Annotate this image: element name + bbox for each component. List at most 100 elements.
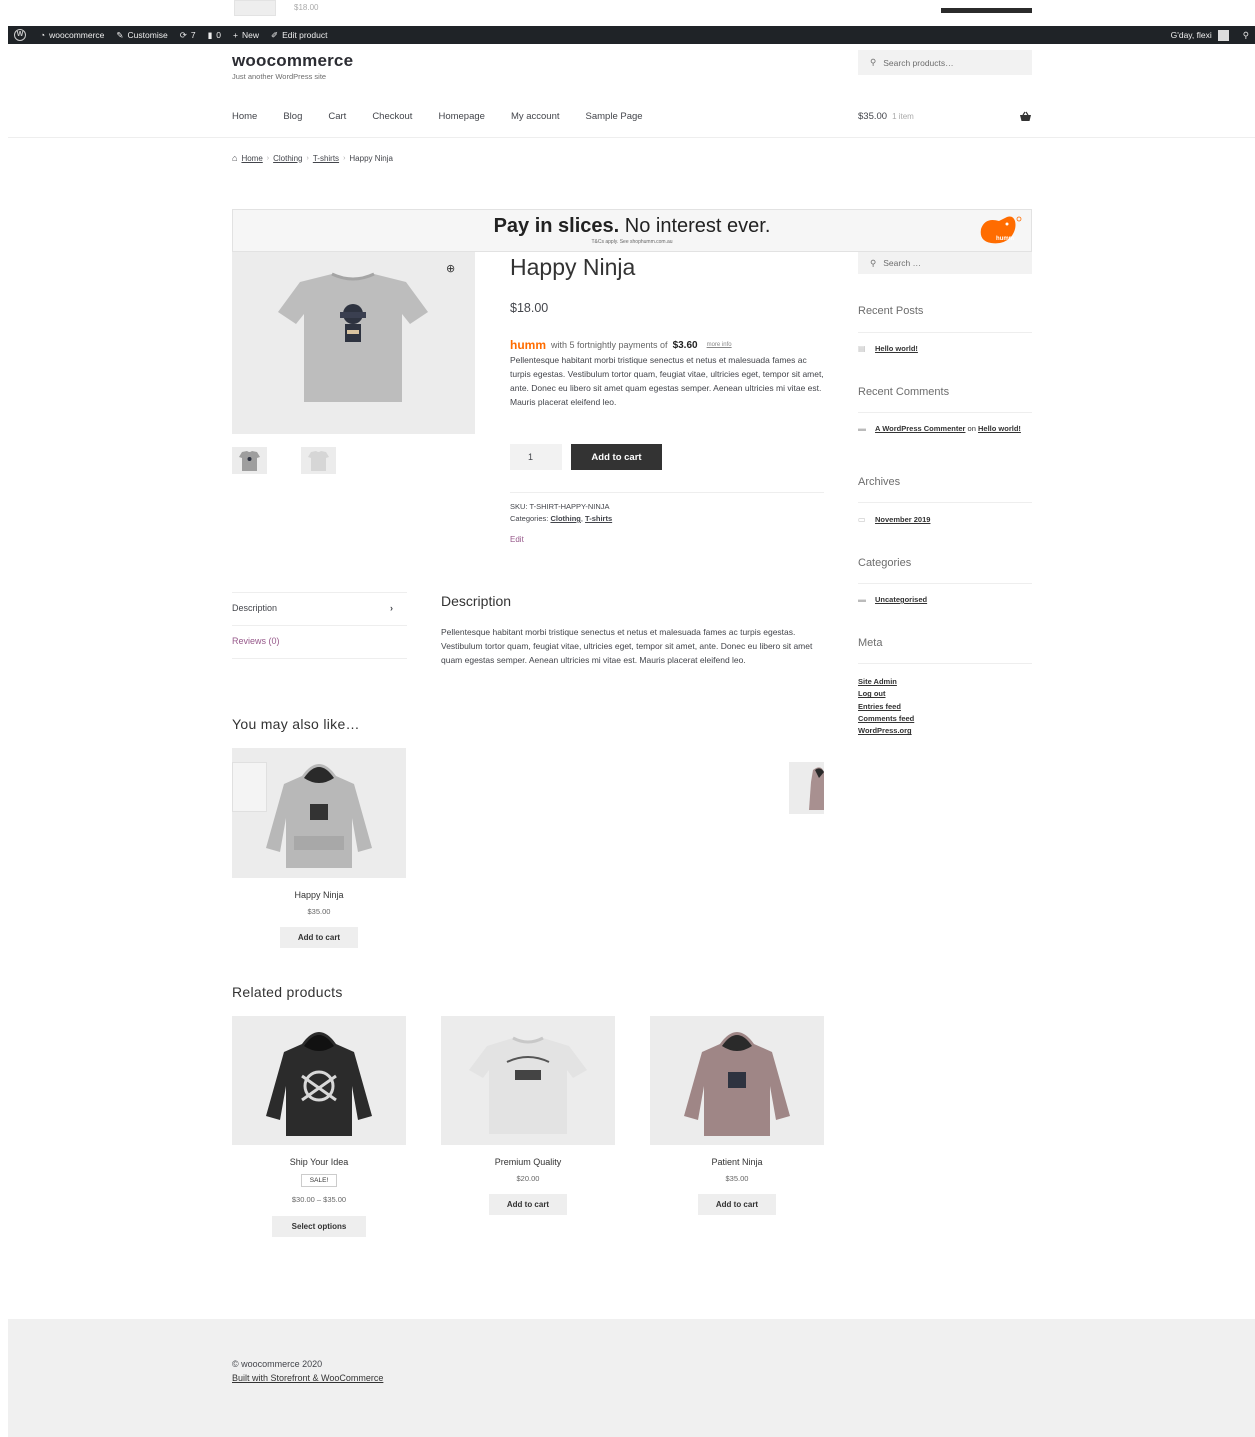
admin-bar-site-label: woocommerce bbox=[49, 30, 105, 40]
upsell-product-name[interactable]: Happy Ninja bbox=[232, 890, 406, 900]
site-description: Just another WordPress site bbox=[232, 72, 327, 81]
widget-divider bbox=[858, 502, 1032, 503]
related-add-to-cart-button[interactable]: Add to cart bbox=[489, 1194, 567, 1215]
breadcrumb-separator: › bbox=[343, 154, 346, 162]
product-search-input[interactable]: ⚲ Search products… bbox=[858, 50, 1032, 75]
upsell-add-to-cart-button[interactable]: Add to cart bbox=[280, 927, 358, 948]
tab-divider bbox=[232, 658, 407, 659]
select-options-button[interactable]: Select options bbox=[272, 1216, 366, 1237]
recent-post-link[interactable]: Hello world! bbox=[875, 344, 918, 353]
tab-description[interactable]: Description › bbox=[232, 603, 407, 613]
wordpress-logo-icon[interactable]: W bbox=[14, 29, 26, 41]
edit-product-link[interactable]: Edit bbox=[510, 535, 524, 544]
product-meta-divider bbox=[510, 492, 824, 493]
meta-link-entries-feed[interactable]: Entries feed bbox=[858, 701, 914, 713]
archive-item: ▭ November 2019 bbox=[858, 515, 930, 524]
gallery-thumbnail[interactable] bbox=[232, 447, 267, 474]
nav-item-homepage[interactable]: Homepage bbox=[438, 111, 484, 122]
banner-headline-rest: No interest ever. bbox=[619, 215, 771, 237]
widget-divider bbox=[858, 663, 1032, 664]
meta-link-wordpress-org[interactable]: WordPress.org bbox=[858, 725, 914, 737]
breadcrumb-clothing[interactable]: Clothing bbox=[273, 154, 302, 163]
related-product-image[interactable] bbox=[441, 1016, 615, 1145]
upsells-heading: You may also like… bbox=[232, 716, 360, 732]
humm-more-info-link[interactable]: more info bbox=[707, 342, 732, 348]
category-item: ▬ Uncategorised bbox=[858, 595, 927, 604]
nav-item-cart[interactable]: Cart bbox=[328, 111, 346, 122]
recent-comment-text: A WordPress Commenter on Hello world! bbox=[875, 424, 1021, 434]
meta-links: Site Admin Log out Entries feed Comments… bbox=[858, 676, 914, 737]
left-margin bbox=[0, 44, 8, 1437]
product-main-image[interactable] bbox=[232, 252, 475, 434]
admin-bar-site[interactable]: ◔ woocommerce bbox=[40, 30, 104, 40]
site-title[interactable]: woocommerce bbox=[232, 51, 353, 71]
widget-divider bbox=[858, 583, 1032, 584]
related-add-to-cart-button[interactable]: Add to cart bbox=[698, 1194, 776, 1215]
breadcrumb-separator: › bbox=[266, 154, 270, 162]
admin-bar-customise[interactable]: ✎ Customise bbox=[116, 30, 167, 41]
search-icon: ⚲ bbox=[870, 257, 877, 268]
nav-item-my-account[interactable]: My account bbox=[511, 111, 560, 122]
sidebar-search-input[interactable]: ⚲ Search … bbox=[858, 252, 1032, 274]
footer-credit-link[interactable]: Built with Storefront & WooCommerce bbox=[232, 1373, 383, 1383]
meta-link-comments-feed[interactable]: Comments feed bbox=[858, 713, 914, 725]
related-product-name[interactable]: Ship Your Idea bbox=[232, 1157, 406, 1167]
sticky-add-to-cart-button[interactable] bbox=[941, 8, 1032, 13]
breadcrumb-home[interactable]: Home bbox=[241, 154, 262, 163]
meta-link-log-out[interactable]: Log out bbox=[858, 688, 914, 700]
humm-installments: humm with 5 fortnightly payments of $3.6… bbox=[510, 338, 732, 352]
humm-logo: humm bbox=[510, 338, 546, 352]
admin-bar-comments[interactable]: ▮ 0 bbox=[208, 30, 221, 41]
breadcrumb: ⌂ Home › Clothing › T-shirts › Happy Nin… bbox=[232, 153, 393, 163]
humm-promo-banner[interactable]: Pay in slices. No interest ever. T&Cs ap… bbox=[232, 209, 1032, 252]
hoodie-pink-image bbox=[684, 1032, 790, 1136]
folder-icon: ▬ bbox=[858, 595, 866, 604]
admin-bar-comments-count: 0 bbox=[216, 30, 221, 40]
breadcrumb-tshirts[interactable]: T-shirts bbox=[313, 154, 339, 163]
brush-icon: ✎ bbox=[116, 29, 124, 40]
comment-author-link[interactable]: A WordPress Commenter bbox=[875, 424, 965, 433]
avatar[interactable] bbox=[1217, 29, 1229, 41]
sale-badge: SALE! bbox=[301, 1174, 337, 1187]
nav-item-sample-page[interactable]: Sample Page bbox=[586, 111, 643, 122]
admin-bar-new-label: New bbox=[241, 30, 259, 40]
admin-search-icon[interactable]: ⚲ bbox=[1243, 30, 1249, 41]
related-product-name[interactable]: Premium Quality bbox=[441, 1157, 615, 1167]
admin-bar-account[interactable]: G'day, flexi bbox=[1171, 30, 1212, 40]
home-icon: ⌂ bbox=[232, 153, 238, 163]
related-product-name[interactable]: Patient Ninja bbox=[650, 1157, 824, 1167]
category-link-tshirts[interactable]: T-shirts bbox=[585, 514, 612, 523]
admin-bar-updates[interactable]: ⟳ 7 bbox=[180, 30, 196, 41]
comment-post-link[interactable]: Hello world! bbox=[978, 424, 1021, 433]
product-search-placeholder: Search products… bbox=[883, 57, 954, 68]
zoom-icon[interactable]: ⊕ bbox=[446, 262, 455, 275]
tab-reviews[interactable]: Reviews (0) bbox=[232, 636, 280, 646]
related-product-image[interactable] bbox=[232, 1016, 406, 1145]
carousel-next-item[interactable] bbox=[789, 762, 824, 814]
dashboard-icon: ◔ bbox=[40, 30, 46, 40]
add-to-cart-button[interactable]: Add to cart bbox=[571, 444, 662, 470]
gallery-thumbnail[interactable] bbox=[301, 447, 336, 474]
related-product-image[interactable] bbox=[650, 1016, 824, 1145]
widget-title-meta: Meta bbox=[858, 637, 883, 649]
header-cart[interactable]: $35.00 1 item bbox=[858, 111, 1032, 125]
product-title: Happy Ninja bbox=[510, 254, 636, 280]
related-product-price: $35.00 bbox=[725, 1174, 749, 1183]
admin-bar-new[interactable]: + New bbox=[233, 30, 259, 40]
admin-bar-edit-product[interactable]: ✐ Edit product bbox=[271, 30, 328, 41]
tshirt-thumbnail-icon bbox=[239, 451, 260, 471]
widget-title-categories: Categories bbox=[858, 557, 912, 569]
quantity-input[interactable]: 1 bbox=[510, 444, 562, 470]
tab-divider bbox=[232, 625, 407, 626]
nav-item-home[interactable]: Home bbox=[232, 111, 257, 122]
nav-item-blog[interactable]: Blog bbox=[283, 111, 302, 122]
archive-link[interactable]: November 2019 bbox=[875, 515, 930, 524]
nav-item-checkout[interactable]: Checkout bbox=[372, 111, 412, 122]
category-link[interactable]: Uncategorised bbox=[875, 595, 927, 604]
category-link-clothing[interactable]: Clothing bbox=[550, 514, 580, 523]
widget-title-archives: Archives bbox=[858, 476, 901, 488]
meta-link-site-admin[interactable]: Site Admin bbox=[858, 676, 914, 688]
product-categories: Categories: Clothing, T-shirts bbox=[510, 514, 613, 523]
folder-icon: ▭ bbox=[858, 515, 866, 524]
carousel-prev-item[interactable] bbox=[232, 762, 267, 812]
